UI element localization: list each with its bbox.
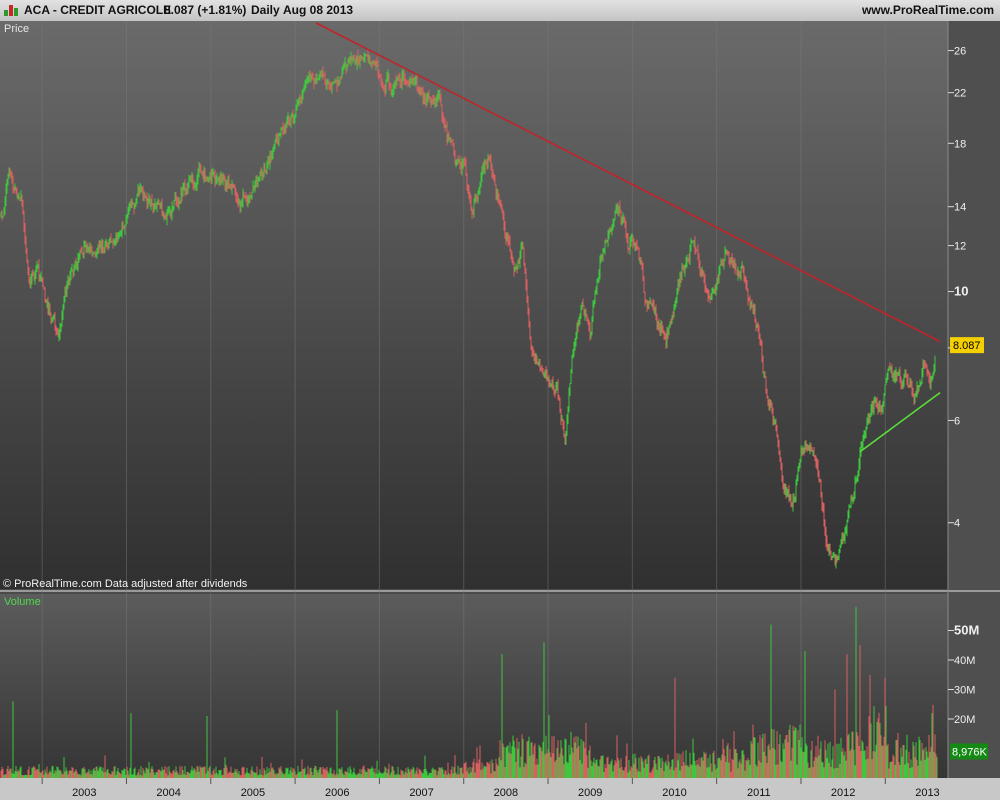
price-tick-label: 14 (954, 202, 966, 214)
volume-tick-label: 30M (954, 685, 975, 697)
last-quote: 8.087 (+1.81%) (164, 3, 247, 17)
price-tick-label: 22 (954, 88, 966, 100)
time-tick-label: 2003 (72, 787, 96, 799)
last-price-value: 8.087 (953, 340, 981, 352)
price-tick-label: 18 (954, 138, 966, 150)
price-tick-label: 4 (954, 518, 960, 530)
volume-panel-label: Volume (4, 596, 41, 608)
time-tick-label: 2005 (241, 787, 265, 799)
price-panel-label: Price (4, 23, 30, 35)
period-label: Daily (251, 3, 280, 17)
price-tick-label: 12 (954, 241, 966, 253)
price-panel (0, 21, 948, 589)
volume-tick-label: 20M (954, 714, 975, 726)
time-tick-label: 2007 (409, 787, 433, 799)
website-link[interactable]: www.ProRealTime.com (862, 3, 994, 17)
chart-canvas[interactable]: 468101214182226 20M30M40M50M 20032004200… (0, 21, 1000, 800)
time-tick-label: 2011 (747, 787, 771, 799)
time-tick-label: 2012 (831, 787, 855, 799)
prorealtime-logo-icon (4, 5, 18, 16)
last-volume-value: 8,976K (952, 746, 988, 758)
time-tick-label: 2006 (325, 787, 349, 799)
price-tick-label: 6 (954, 415, 960, 427)
copyright-notice: © ProRealTime.com Data adjusted after di… (3, 578, 248, 590)
quote-date: Aug 08 2013 (283, 3, 354, 17)
time-tick-label: 2008 (494, 787, 518, 799)
time-tick-label: 2013 (915, 787, 939, 799)
volume-tick-label: 50M (954, 623, 979, 638)
chart-window: ACA - CREDIT AGRICOLE 8.087 (+1.81%) Dai… (0, 0, 1000, 800)
price-tick-label: 26 (954, 46, 966, 58)
volume-tick-label: 40M (954, 655, 975, 667)
chart-title-bar: ACA - CREDIT AGRICOLE 8.087 (+1.81%) Dai… (0, 0, 1000, 22)
instrument-name: ACA - CREDIT AGRICOLE (24, 3, 172, 17)
price-tick-label: 10 (954, 284, 968, 299)
time-tick-label: 2004 (156, 787, 180, 799)
time-tick-label: 2009 (578, 787, 602, 799)
time-tick-label: 2010 (662, 787, 686, 799)
